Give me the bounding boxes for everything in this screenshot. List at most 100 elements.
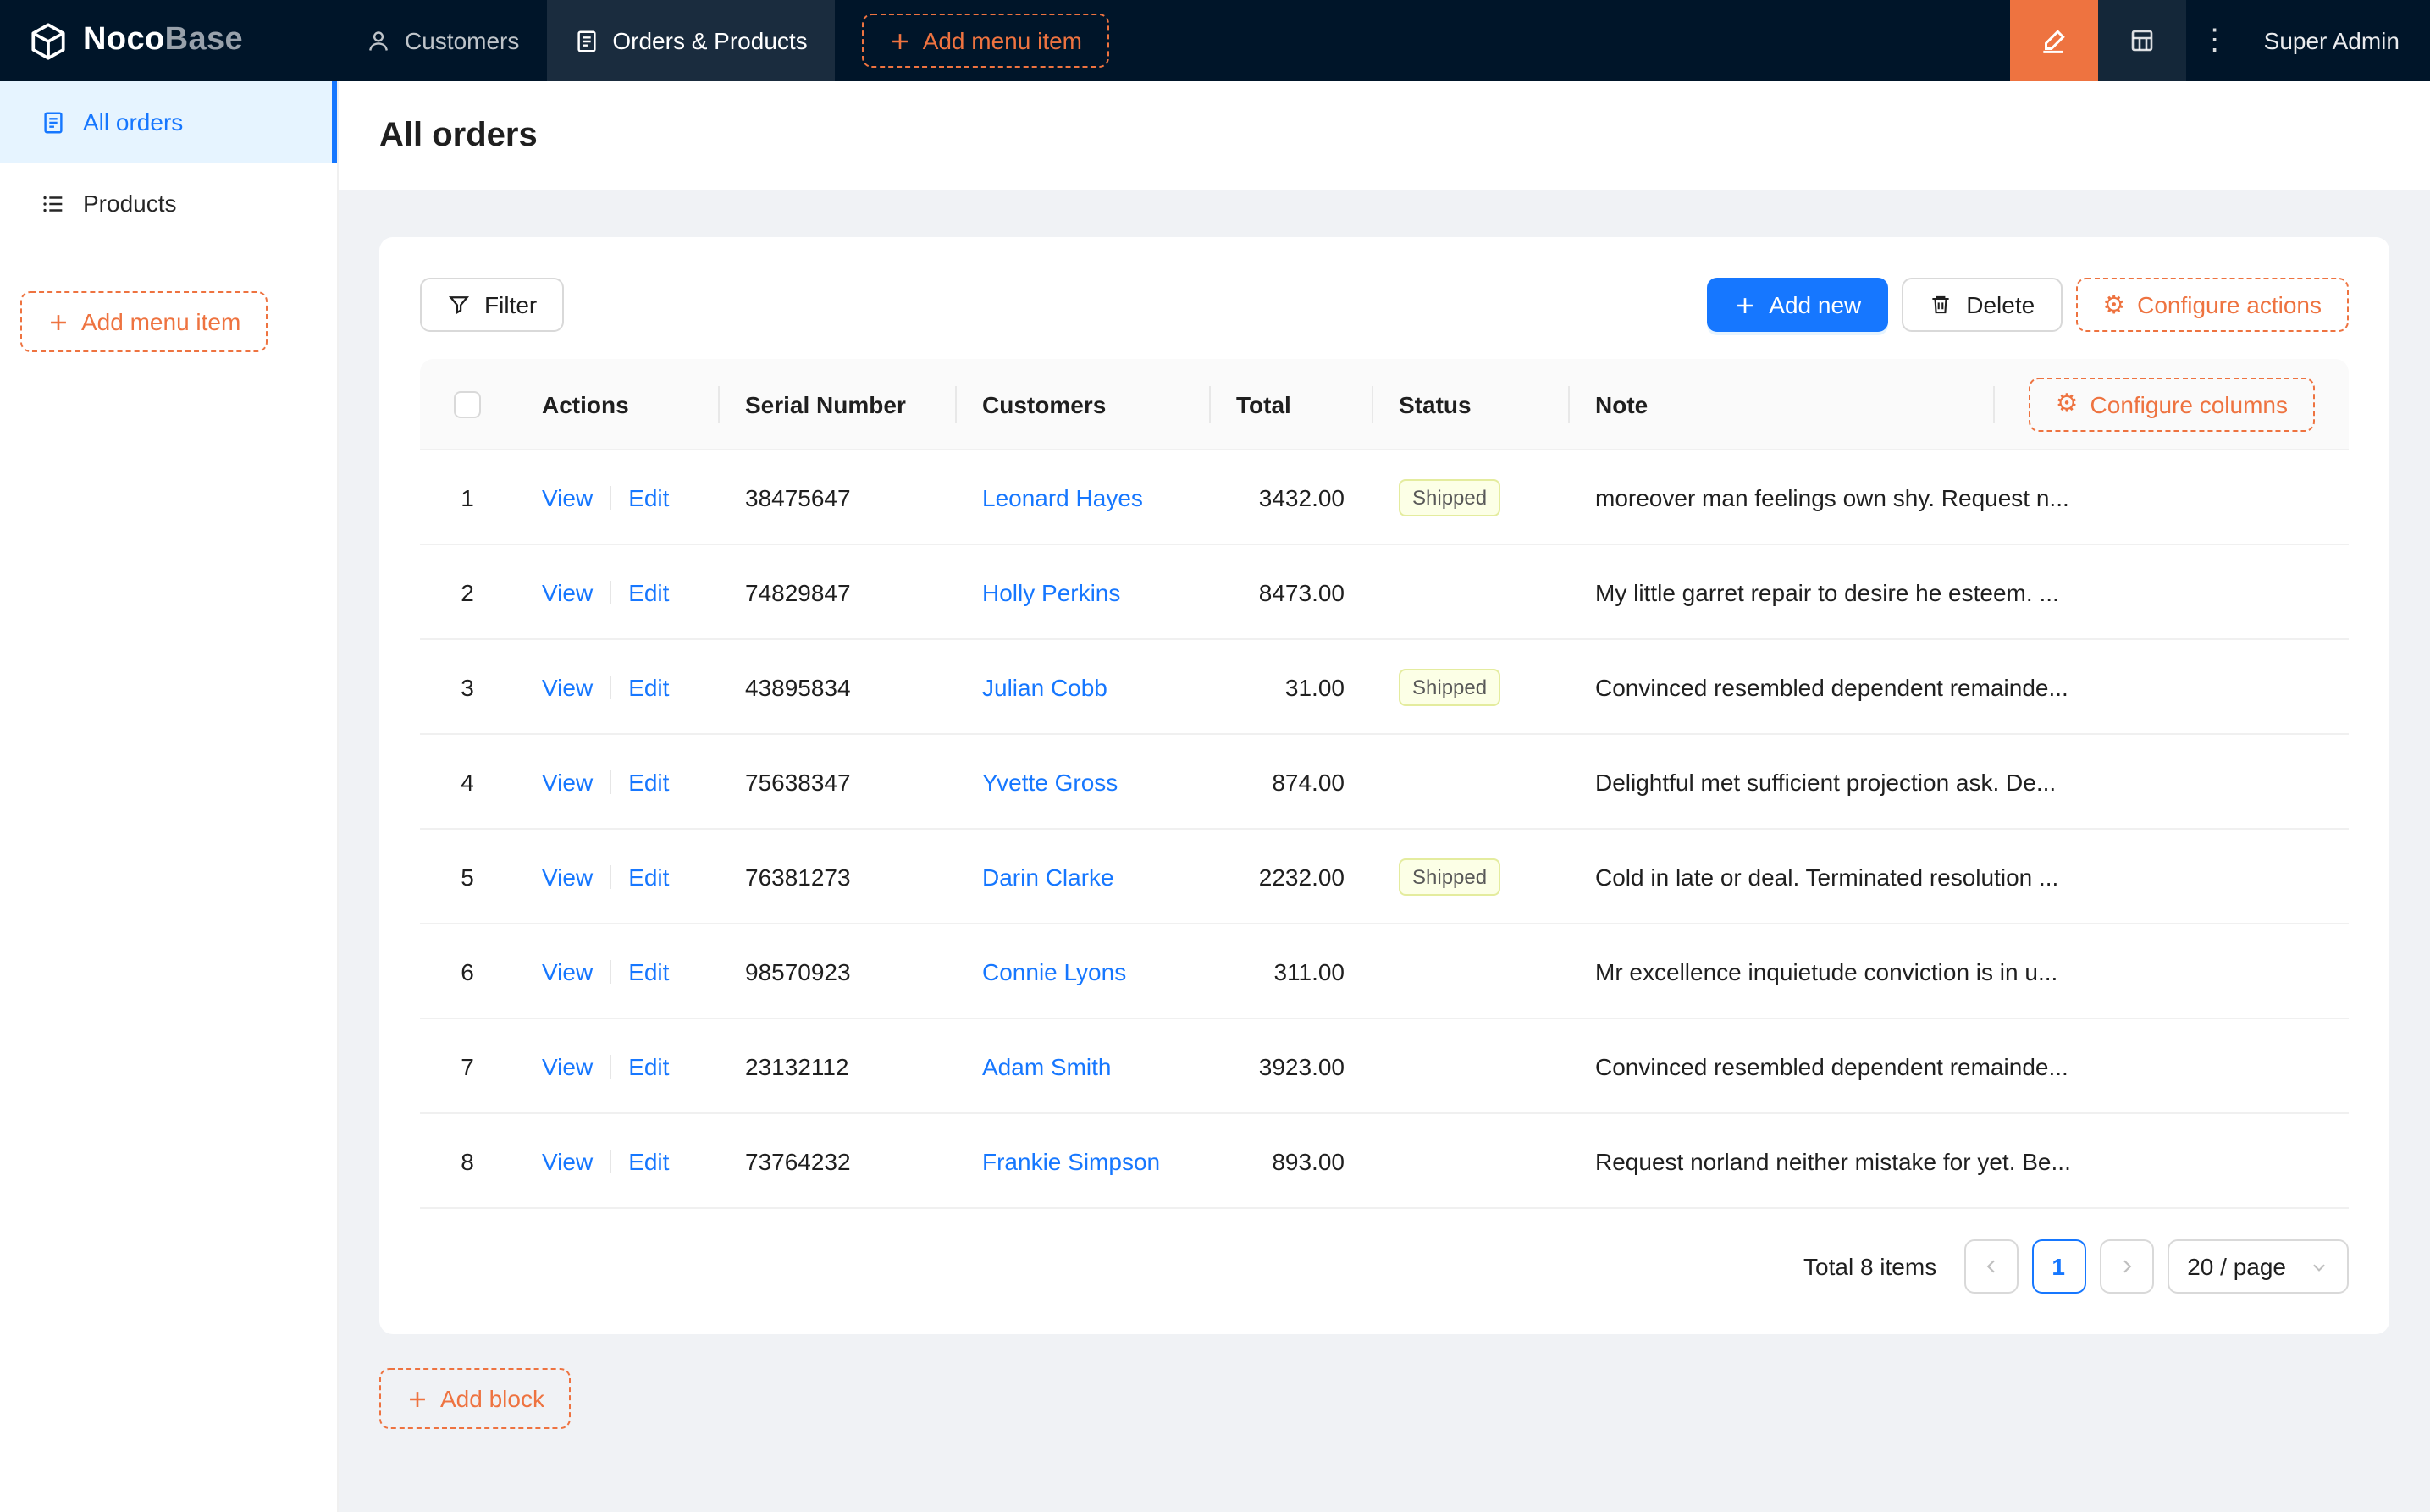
page-size-select[interactable]: 20 / page <box>2167 1239 2349 1294</box>
customer-cell: Leonard Hayes <box>955 483 1209 510</box>
edit-link[interactable]: Edit <box>628 957 669 985</box>
column-header-status: Status <box>1372 359 1568 449</box>
row-actions: View Edit <box>515 768 718 795</box>
page-size-value: 20 / page <box>2187 1253 2286 1280</box>
sidebar-item-products[interactable]: Products <box>0 163 337 244</box>
customer-link[interactable]: Darin Clarke <box>982 863 1114 890</box>
serial-cell: 74829847 <box>745 578 851 605</box>
add-menu-item-button-sidebar[interactable]: Add menu item <box>20 291 268 352</box>
row-index: 3 <box>461 673 474 700</box>
row-index: 2 <box>461 578 474 605</box>
serial-cell: 23132112 <box>745 1052 849 1079</box>
row-index: 6 <box>461 957 474 985</box>
customer-link[interactable]: Adam Smith <box>982 1052 1112 1079</box>
sidebar-item-all-orders[interactable]: All orders <box>0 81 337 163</box>
row-index: 1 <box>461 483 474 510</box>
customer-link[interactable]: Leonard Hayes <box>982 483 1143 510</box>
edit-link[interactable]: Edit <box>628 1147 669 1174</box>
status-cell: Shipped <box>1372 668 1568 705</box>
sidebar: All orders Products Add menu item <box>0 81 339 1512</box>
orders-table-card: Filter Add new Delete ⚙ Configure action… <box>379 237 2389 1334</box>
table-row: 1 View Edit 38475647 Leonard Hayes 3432.… <box>420 450 2349 545</box>
edit-link[interactable]: Edit <box>628 863 669 890</box>
nav-item-label: Orders & Products <box>612 27 808 54</box>
view-link[interactable]: View <box>542 863 593 890</box>
customer-link[interactable]: Holly Perkins <box>982 578 1120 605</box>
plus-icon <box>892 33 908 48</box>
pagination: Total 8 items 1 20 / page <box>420 1239 2349 1294</box>
table-grid-icon <box>2131 30 2152 52</box>
prev-page-button[interactable] <box>1963 1239 2019 1294</box>
customer-link[interactable]: Frankie Simpson <box>982 1147 1160 1174</box>
page-number-button[interactable]: 1 <box>2031 1239 2086 1294</box>
customer-link[interactable]: Julian Cobb <box>982 673 1107 700</box>
next-page-button[interactable] <box>2099 1239 2154 1294</box>
pagination-total: Total 8 items <box>1803 1253 1937 1280</box>
view-link[interactable]: View <box>542 673 593 700</box>
view-link[interactable]: View <box>542 957 593 985</box>
note-cell: Request norland neither mistake for yet.… <box>1595 1147 2071 1174</box>
delete-button[interactable]: Delete <box>1902 278 2063 332</box>
configure-actions-button[interactable]: ⚙ Configure actions <box>2075 278 2349 332</box>
add-new-button[interactable]: Add new <box>1706 278 1889 332</box>
table-row: 7 View Edit 23132112 Adam Smith 3923.00 … <box>420 1019 2349 1114</box>
highlighter-icon <box>2043 29 2066 52</box>
settings-center-button[interactable] <box>2097 0 2186 81</box>
row-actions: View Edit <box>515 1052 718 1079</box>
serial-cell: 98570923 <box>745 957 851 985</box>
note-cell: Convinced resembled dependent remainde..… <box>1595 1052 2068 1079</box>
content-area: Filter Add new Delete ⚙ Configure action… <box>339 190 2430 1512</box>
sidebar-item-label: All orders <box>83 108 184 135</box>
row-actions: View Edit <box>515 483 718 510</box>
customer-link[interactable]: Connie Lyons <box>982 957 1126 985</box>
table-header-row: Actions Serial Number Customers Total St… <box>420 359 2349 450</box>
row-actions: View Edit <box>515 673 718 700</box>
view-link[interactable]: View <box>542 1052 593 1079</box>
configure-columns-button[interactable]: ⚙ Configure columns <box>2028 377 2315 431</box>
status-badge: Shipped <box>1399 478 1501 516</box>
view-link[interactable]: View <box>542 483 593 510</box>
chevron-right-icon <box>2123 1260 2131 1273</box>
configure-actions-label: Configure actions <box>2137 291 2322 318</box>
view-link[interactable]: View <box>542 768 593 795</box>
note-cell: My little garret repair to desire he est… <box>1595 578 2059 605</box>
serial-cell: 43895834 <box>745 673 851 700</box>
divider <box>610 959 612 983</box>
select-all-checkbox[interactable] <box>454 390 481 417</box>
user-name[interactable]: Super Admin <box>2244 27 2430 54</box>
total-cell: 311.00 <box>1273 957 1345 985</box>
add-block-button[interactable]: Add block <box>379 1368 572 1429</box>
total-cell: 874.00 <box>1272 768 1345 795</box>
serial-cell: 75638347 <box>745 768 851 795</box>
column-header-actions: Actions <box>542 390 629 417</box>
toolbar-right: Add new Delete ⚙ Configure actions <box>1706 278 2349 332</box>
edit-link[interactable]: Edit <box>628 1052 669 1079</box>
table-row: 8 View Edit 73764232 Frankie Simpson 893… <box>420 1114 2349 1209</box>
page-header: All orders <box>339 81 2430 190</box>
plus-icon <box>1737 297 1753 312</box>
nav-item-orders-products[interactable]: Orders & Products <box>546 0 835 81</box>
note-cell: Convinced resembled dependent remainde..… <box>1595 673 2068 700</box>
customer-cell: Yvette Gross <box>955 768 1209 795</box>
filter-button[interactable]: Filter <box>420 278 565 332</box>
view-link[interactable]: View <box>542 578 593 605</box>
row-actions: View Edit <box>515 957 718 985</box>
orders-products-icon <box>577 30 595 52</box>
table-row: 6 View Edit 98570923 Connie Lyons 311.00… <box>420 924 2349 1019</box>
edit-link[interactable]: Edit <box>628 578 669 605</box>
add-menu-item-button-header[interactable]: Add menu item <box>861 14 1110 68</box>
logo[interactable]: NocoBase <box>0 19 339 62</box>
total-cell: 893.00 <box>1272 1147 1345 1174</box>
edit-link[interactable]: Edit <box>628 673 669 700</box>
column-header-customers: Customers <box>955 359 1209 449</box>
edit-link[interactable]: Edit <box>628 483 669 510</box>
more-menu-button[interactable]: ⋮ <box>2186 0 2244 81</box>
row-index: 4 <box>461 768 474 795</box>
nocobase-logo-icon <box>31 22 65 59</box>
row-index: 8 <box>461 1147 474 1174</box>
edit-link[interactable]: Edit <box>628 768 669 795</box>
nav-item-customers[interactable]: Customers <box>339 0 546 81</box>
view-link[interactable]: View <box>542 1147 593 1174</box>
customer-link[interactable]: Yvette Gross <box>982 768 1118 795</box>
ui-editor-button[interactable] <box>2009 0 2098 81</box>
